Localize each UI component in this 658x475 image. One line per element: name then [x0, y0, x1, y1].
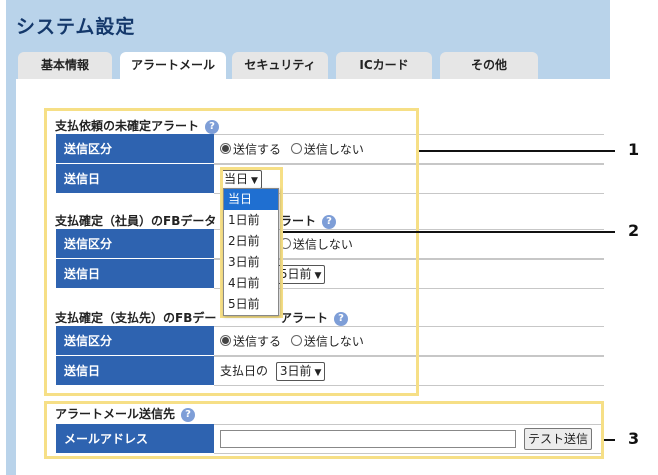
dropdown-option[interactable]: 1日前	[224, 210, 278, 231]
callout-number-3: 3	[628, 429, 640, 448]
tab-basic-info[interactable]: 基本情報	[18, 52, 112, 79]
callout-line-3	[604, 439, 615, 441]
page-title: システム設定	[16, 16, 136, 38]
dropdown-option[interactable]: 4日前	[224, 273, 278, 294]
tab-ic-card[interactable]: ICカード	[336, 52, 432, 79]
tab-alert-mail[interactable]: アラートメール	[120, 52, 226, 81]
dropdown-option[interactable]: 5日前	[224, 294, 278, 315]
dropdown-option[interactable]: 3日前	[224, 252, 278, 273]
tab-other[interactable]: その他	[440, 52, 538, 79]
dropdown-option[interactable]: 当日	[224, 189, 278, 210]
callout-box-3	[44, 401, 604, 459]
dropdown-option[interactable]: 2日前	[224, 231, 278, 252]
callout-line-1	[419, 150, 615, 152]
tab-security[interactable]: セキュリティ	[232, 52, 328, 79]
callout-number-1: 1	[628, 140, 640, 159]
callout-line-2	[283, 231, 615, 233]
send-date-dropdown[interactable]: 当日 1日前 2日前 3日前 4日前 5日前	[223, 188, 279, 316]
callout-number-2: 2	[628, 221, 640, 240]
